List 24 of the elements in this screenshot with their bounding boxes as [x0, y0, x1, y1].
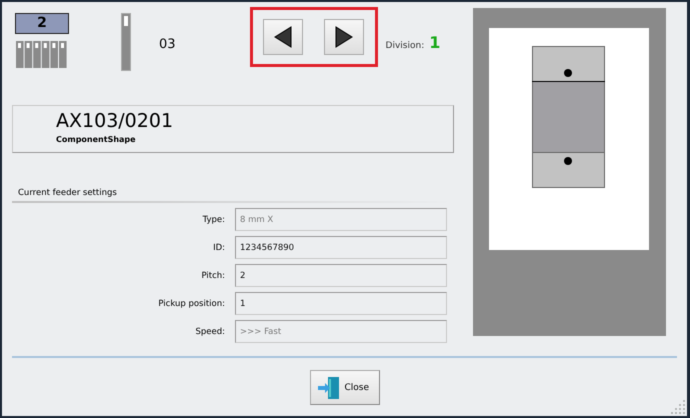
division-value: 1 [429, 33, 440, 52]
close-button[interactable]: Close [310, 370, 380, 405]
input-field[interactable]: 1234567890 [235, 236, 447, 259]
input-field[interactable]: 2 [235, 264, 447, 287]
component-type-label: ComponentShape [56, 135, 136, 144]
feeder-number: 2 [15, 13, 69, 34]
next-button[interactable] [324, 19, 364, 55]
feeder-slots-icon [16, 41, 68, 68]
field-label: Pitch: [200, 270, 225, 280]
right-triangle-icon [335, 26, 354, 48]
left-triangle-icon [274, 26, 292, 48]
field-label: ID: [212, 242, 225, 252]
input-field[interactable]: 1 [235, 292, 447, 315]
previous-button[interactable] [263, 19, 304, 55]
field-label: Pickup position: [157, 298, 225, 308]
vertical-scrollbar[interactable] [121, 13, 131, 71]
resize-grip-icon[interactable] [671, 400, 685, 414]
section-title: Current feeder settings [18, 188, 118, 198]
feeder-position: 03 [159, 37, 176, 52]
division-label: Division: [386, 41, 424, 51]
component-name: AX103/0201 [56, 109, 174, 133]
exit-door-icon [316, 376, 340, 400]
field-label: Speed: [194, 326, 225, 336]
field-label: Type: [202, 214, 225, 224]
